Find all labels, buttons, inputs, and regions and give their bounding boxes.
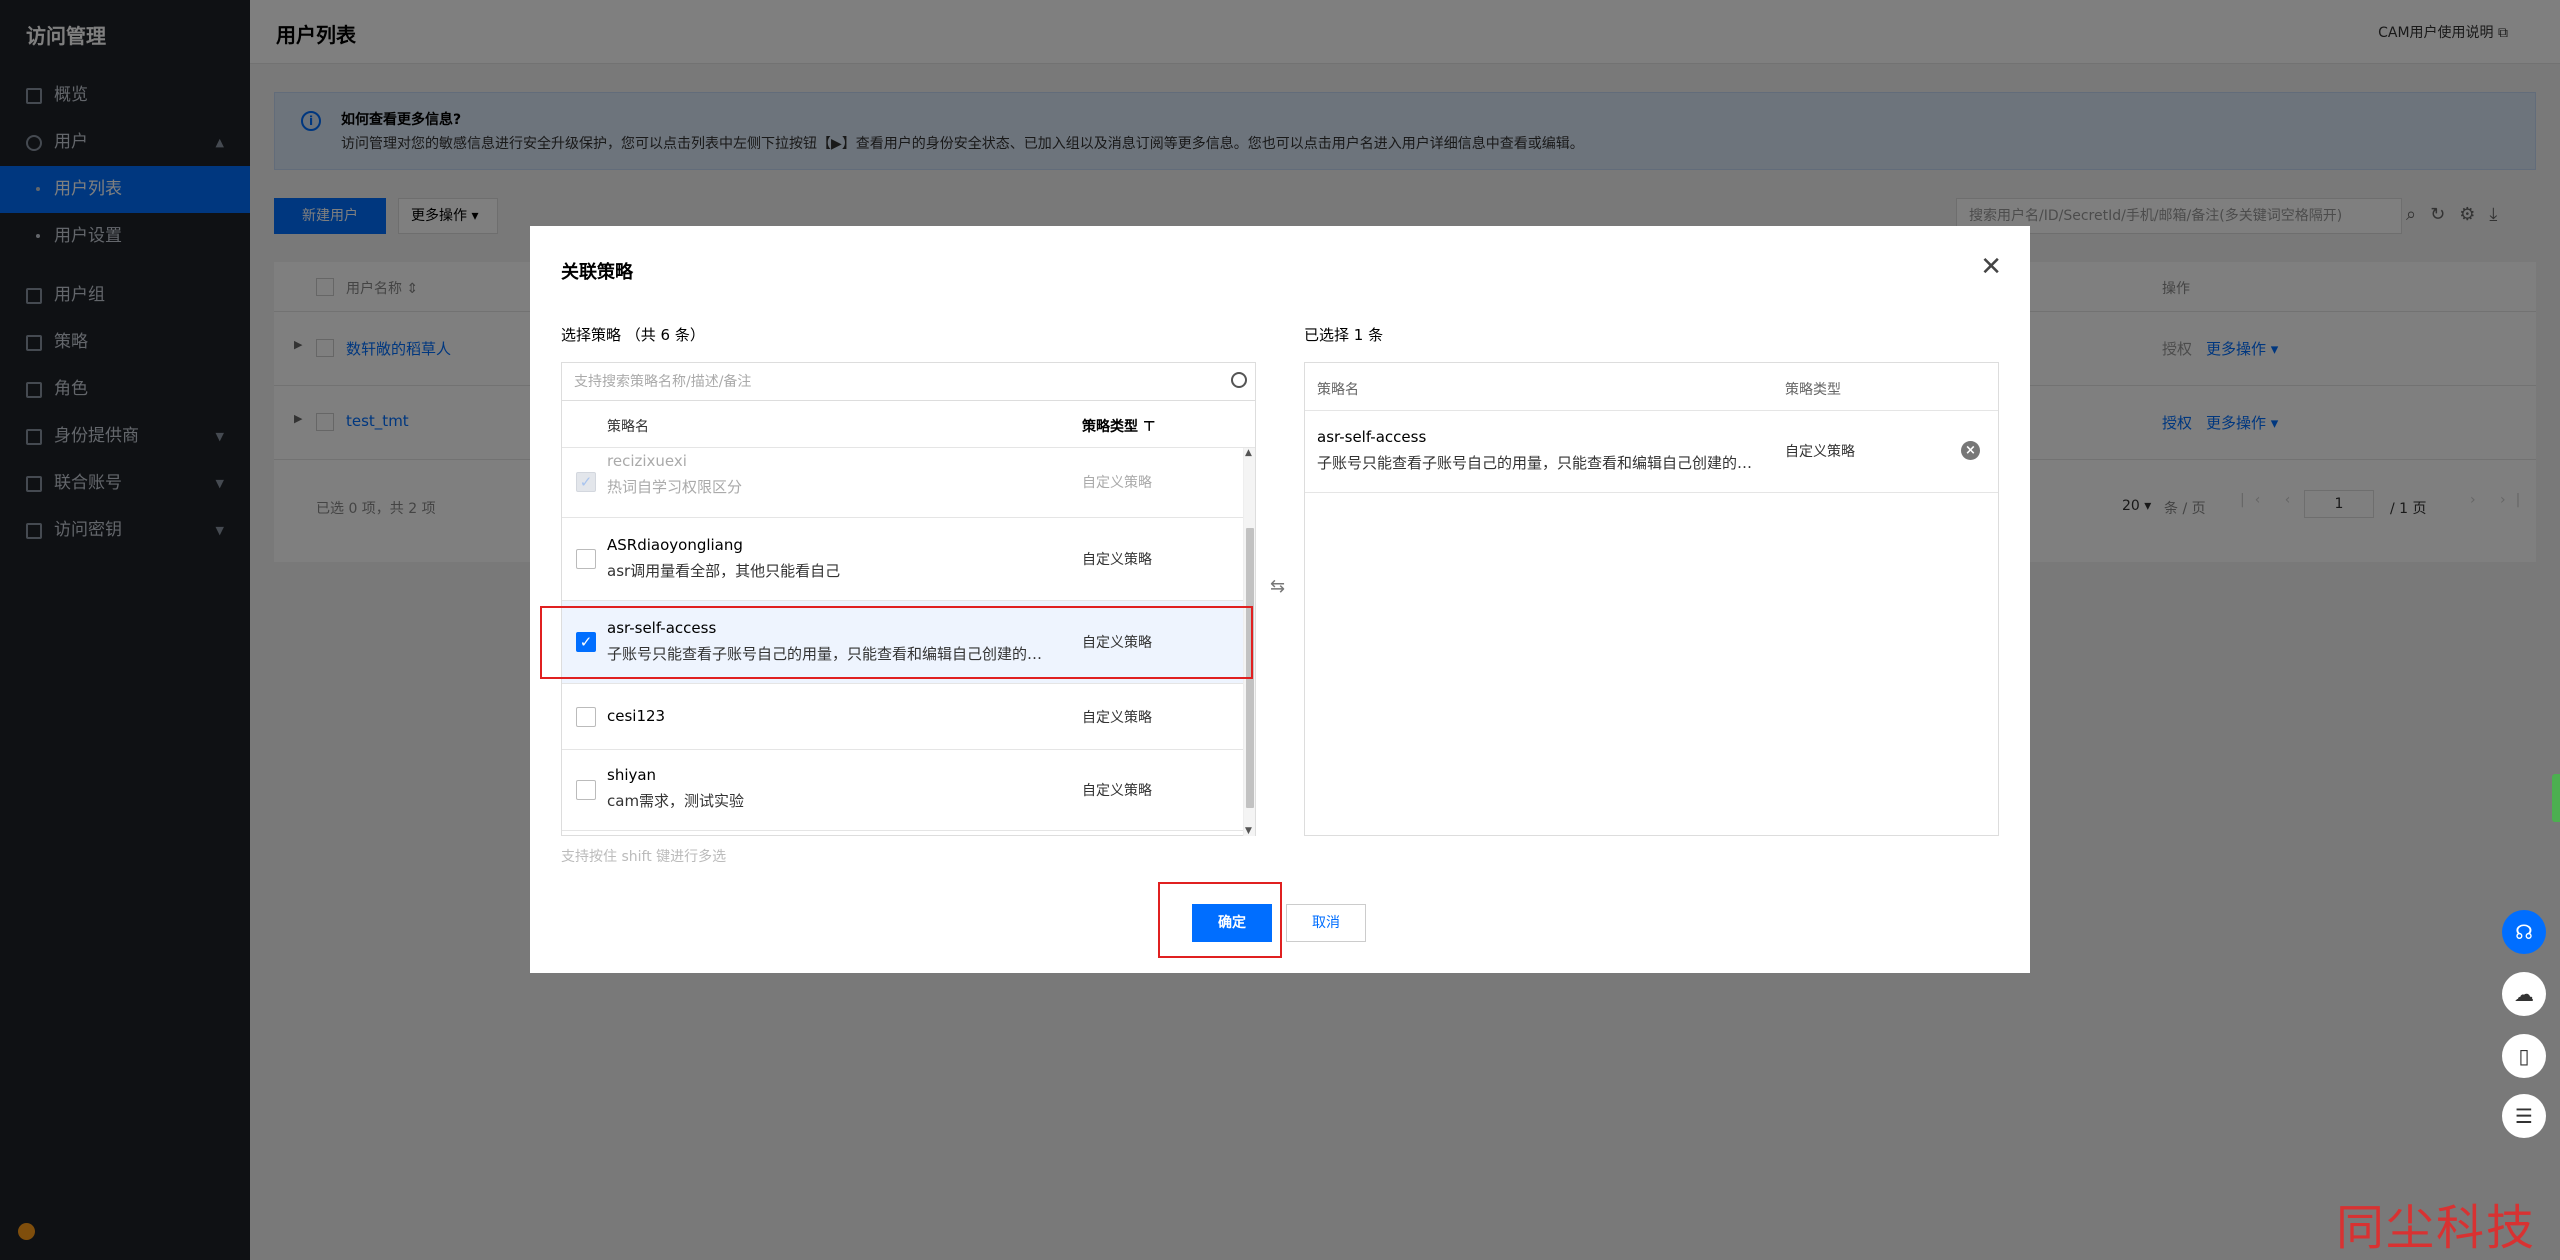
scrollbar-thumb[interactable] [1246,528,1254,808]
policy-row[interactable]: cesi123 自定义策略 [562,684,1244,750]
selected-list-header: 策略名 策略类型 [1305,363,1998,411]
policy-type: 自定义策略 [1082,635,1152,651]
selected-policy-desc: 子账号只能查看子账号自己的用量，只能查看和编辑自己创建的热词表和自学习模型 [1317,454,1757,472]
policy-row-selected[interactable]: ✓ asr-self-access 子账号只能查看子账号自己的用量，只能查看和编… [562,601,1244,684]
selected-policies-panel: 策略名 策略类型 asr-self-access 子账号只能查看子账号自己的用量… [1304,362,1999,836]
list-icon[interactable]: ☰ [2502,1094,2546,1138]
policy-desc: asr调用量看全部，其他只能看自己 [607,562,841,580]
policy-desc: 子账号只能查看子账号自己的用量，只能查看和编辑自己创建的热词表和自学习模型 [607,645,1047,663]
col-policy-type: 策略类型 [1785,382,1841,398]
available-policies-panel: 支持搜索策略名称/描述/备注 策略名 策略类型 ⊤ ✓ recizixuexi … [561,362,1256,836]
selected-policies-label: 已选择 1 条 [1304,326,1384,344]
confirm-button[interactable]: 确定 [1192,904,1272,942]
selected-policy-name: asr-self-access [1317,428,1427,446]
scroll-down-icon[interactable]: ▼ [1245,826,1252,836]
policy-checkbox[interactable] [576,707,596,727]
watermark: 同尘科技 [2336,1200,2537,1256]
policy-type: 自定义策略 [1082,783,1152,799]
policy-list-header: 策略名 策略类型 ⊤ [562,401,1255,448]
selected-policy-row: asr-self-access 子账号只能查看子账号自己的用量，只能查看和编辑自… [1305,411,1998,493]
swap-arrows-icon: ⇆ [1270,576,1286,597]
policy-name: cesi123 [607,707,666,725]
policy-checkbox[interactable] [576,549,596,569]
support-icon[interactable]: ☊ [2502,910,2546,954]
policy-row: ✓ recizixuexi 热词自学习权限区分 自定义策略 [562,448,1244,518]
policy-list-scrollbar[interactable]: ▲ ▼ [1243,448,1255,836]
col-policy-type-filter[interactable]: 策略类型 ⊤ [1082,416,1156,436]
policy-desc: cam需求，测试实验 [607,792,745,810]
policy-row[interactable]: ASRdiaoyongliang asr调用量看全部，其他只能看自己 自定义策略 [562,518,1244,601]
remove-icon[interactable]: × [1961,441,1980,460]
cancel-button[interactable]: 取消 [1286,904,1366,942]
policy-row[interactable]: shiyan cam需求，测试实验 自定义策略 [562,750,1244,831]
policy-name: recizixuexi [607,452,687,470]
associate-policy-dialog: 关联策略 ✕ 选择策略 （共 6 条） 已选择 1 条 支持搜索策略名称/描述/… [530,226,2030,973]
policy-name: shiyan [607,766,657,784]
col-policy-name: 策略名 [607,419,649,435]
col-policy-name: 策略名 [1317,382,1359,398]
search-icon[interactable] [1231,372,1247,388]
policy-type: 自定义策略 [1082,475,1152,491]
policy-type: 自定义策略 [1082,710,1152,726]
policy-name: asr-self-access [607,619,717,637]
available-policies-label: 选择策略 （共 6 条） [561,326,705,344]
policy-desc: 热词自学习权限区分 [607,478,743,496]
policy-name: ASRdiaoyongliang [607,536,743,554]
edge-tab[interactable] [2552,774,2560,822]
policy-type: 自定义策略 [1082,552,1152,568]
close-icon[interactable]: ✕ [1980,254,2002,280]
policy-search-input[interactable]: 支持搜索策略名称/描述/备注 [562,363,1255,401]
policy-checkbox[interactable] [576,780,596,800]
cloud-icon[interactable]: ☁ [2502,972,2546,1016]
scroll-up-icon[interactable]: ▲ [1245,448,1252,458]
book-icon[interactable]: ▯ [2502,1034,2546,1078]
multi-select-hint: 支持按住 shift 键进行多选 [561,849,727,865]
dialog-title: 关联策略 [561,262,633,283]
policy-checkbox-checked[interactable]: ✓ [576,632,596,652]
policy-checkbox-disabled: ✓ [576,472,596,492]
selected-policy-type: 自定义策略 [1785,444,1855,460]
